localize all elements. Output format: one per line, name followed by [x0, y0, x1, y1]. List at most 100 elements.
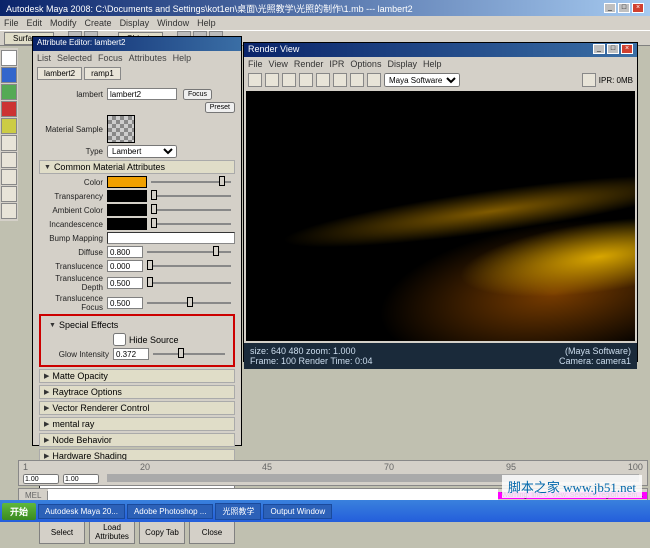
snapshot-icon[interactable] [282, 73, 296, 87]
bump-field[interactable] [107, 232, 235, 244]
last-tool-icon[interactable] [1, 152, 17, 168]
taskbar-item[interactable]: Adobe Photoshop ... [127, 504, 214, 519]
layout-single-icon[interactable] [1, 169, 17, 185]
rv-menu-options[interactable]: Options [350, 59, 381, 69]
menu-help[interactable]: Help [197, 18, 216, 28]
main-menu-bar[interactable]: File Edit Modify Create Display Window H… [0, 16, 650, 30]
attr-menu-focus[interactable]: Focus [98, 53, 123, 63]
renderer-select[interactable]: Maya Software [384, 73, 460, 87]
select-button[interactable]: Select [39, 520, 85, 544]
attr-menu-bar[interactable]: List Selected Focus Attributes Help [33, 51, 241, 65]
menu-create[interactable]: Create [85, 18, 112, 28]
rv-close-button[interactable]: × [621, 44, 633, 54]
translucence-field[interactable] [107, 260, 143, 272]
transparency-swatch[interactable] [107, 190, 147, 202]
type-select[interactable]: Lambert [107, 145, 177, 158]
refresh-icon[interactable] [316, 73, 330, 87]
move-tool-icon[interactable] [1, 84, 17, 100]
taskbar-item[interactable]: Autodesk Maya 20... [38, 504, 125, 519]
range-start2-field[interactable] [63, 474, 99, 484]
transdepth-field[interactable] [107, 277, 143, 289]
attr-menu-list[interactable]: List [37, 53, 51, 63]
name-field[interactable] [107, 88, 177, 100]
app-title: Autodesk Maya 2008: C:\Documents and Set… [6, 2, 413, 15]
maximize-button[interactable]: □ [618, 3, 630, 13]
rv-menu-file[interactable]: File [248, 59, 263, 69]
load-attributes-button[interactable]: Load Attributes [89, 520, 135, 544]
menu-window[interactable]: Window [157, 18, 189, 28]
focus-button[interactable]: Focus [183, 89, 212, 100]
glow-slider[interactable] [153, 353, 225, 355]
preset-button[interactable]: Preset [205, 102, 235, 113]
section-mental[interactable]: ▶mental ray [39, 417, 235, 431]
attr-menu-attributes[interactable]: Attributes [129, 53, 167, 63]
section-matte[interactable]: ▶Matte Opacity [39, 369, 235, 383]
scale-tool-icon[interactable] [1, 118, 17, 134]
transfocus-label: Translucence Focus [39, 294, 107, 312]
rv-menu-ipr[interactable]: IPR [329, 59, 344, 69]
taskbar-item[interactable]: Output Window [263, 504, 332, 519]
close-button[interactable]: × [632, 3, 644, 13]
tab-lambert2[interactable]: lambert2 [37, 67, 82, 80]
range-start-field[interactable] [23, 474, 59, 484]
transdepth-slider[interactable] [147, 282, 231, 284]
minimize-button[interactable]: _ [604, 3, 616, 13]
rv-menu-render[interactable]: Render [294, 59, 324, 69]
start-button[interactable]: 开始 [2, 503, 36, 520]
render-menu-bar[interactable]: File View Render IPR Options Display Hel… [244, 57, 637, 71]
close-button[interactable]: Close [189, 520, 235, 544]
transparency-slider[interactable] [151, 195, 231, 197]
show-manip-tool-icon[interactable] [1, 135, 17, 151]
render-status-renderer: (Maya Software) [559, 346, 631, 356]
menu-modify[interactable]: Modify [50, 18, 77, 28]
tab-ramp1[interactable]: ramp1 [84, 67, 121, 80]
section-special-effects[interactable]: ▼Special Effects [45, 319, 229, 331]
rotate-tool-icon[interactable] [1, 101, 17, 117]
transfocus-slider[interactable] [147, 302, 231, 304]
rv-minimize-button[interactable]: _ [593, 44, 605, 54]
transdepth-label: Translucence Depth [39, 274, 107, 292]
color-swatch[interactable] [107, 176, 147, 188]
hide-source-checkbox[interactable] [113, 333, 126, 346]
rv-menu-help[interactable]: Help [423, 59, 442, 69]
translucence-slider[interactable] [147, 265, 231, 267]
incandescence-slider[interactable] [151, 223, 231, 225]
layout-four-icon[interactable] [1, 186, 17, 202]
name-label: lambert [39, 90, 107, 99]
attr-menu-selected[interactable]: Selected [57, 53, 92, 63]
ambient-swatch[interactable] [107, 204, 147, 216]
color-slider[interactable] [151, 181, 231, 183]
ambient-slider[interactable] [151, 209, 231, 211]
remove-image-icon[interactable] [367, 73, 381, 87]
transfocus-field[interactable] [107, 297, 143, 309]
settings-icon[interactable] [333, 73, 347, 87]
section-common-material[interactable]: ▼Common Material Attributes [39, 160, 235, 174]
section-vector[interactable]: ▶Vector Renderer Control [39, 401, 235, 415]
rv-menu-view[interactable]: View [269, 59, 288, 69]
incandescence-swatch[interactable] [107, 218, 147, 230]
menu-display[interactable]: Display [120, 18, 150, 28]
keep-image-icon[interactable] [350, 73, 364, 87]
render-icon[interactable] [248, 73, 262, 87]
layout-persp-icon[interactable] [1, 203, 17, 219]
rv-maximize-button[interactable]: □ [607, 44, 619, 54]
lasso-tool-icon[interactable] [1, 67, 17, 83]
section-raytrace[interactable]: ▶Raytrace Options [39, 385, 235, 399]
rv-menu-display[interactable]: Display [387, 59, 417, 69]
select-tool-icon[interactable] [1, 50, 17, 66]
diffuse-slider[interactable] [147, 251, 231, 253]
glow-intensity-field[interactable] [113, 348, 149, 360]
material-sample-swatch[interactable] [107, 115, 135, 143]
taskbar[interactable]: 开始 Autodesk Maya 20... Adobe Photoshop .… [0, 500, 650, 522]
ipr-icon[interactable] [299, 73, 313, 87]
menu-file[interactable]: File [4, 18, 19, 28]
copy-tab-button[interactable]: Copy Tab [139, 520, 185, 544]
menu-edit[interactable]: Edit [27, 18, 43, 28]
attr-menu-help[interactable]: Help [173, 53, 192, 63]
section-node[interactable]: ▶Node Behavior [39, 433, 235, 447]
render-region-icon[interactable] [265, 73, 279, 87]
taskbar-item[interactable]: 光照教学 [215, 503, 261, 520]
render-canvas[interactable] [246, 91, 635, 341]
close-ipr-icon[interactable] [582, 73, 596, 87]
diffuse-field[interactable] [107, 246, 143, 258]
